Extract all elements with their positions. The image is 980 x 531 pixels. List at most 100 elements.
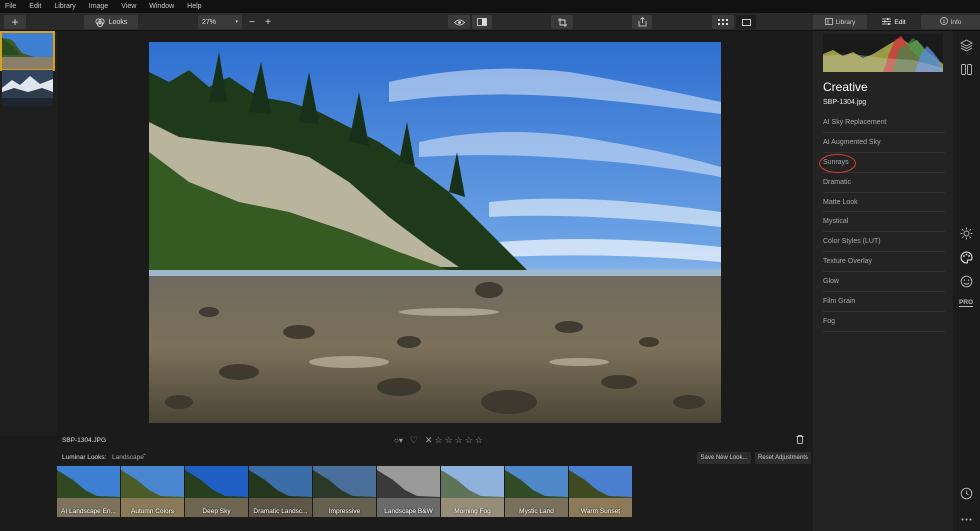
preset-thumb[interactable]: Landscape B&W — [377, 466, 440, 517]
filter-film-grain[interactable]: Film Grain — [823, 292, 945, 312]
tab-library[interactable]: Library — [813, 15, 867, 29]
filter-dramatic[interactable]: Dramatic — [823, 173, 945, 193]
preset-label: Landscape B&W — [384, 508, 433, 515]
preset-thumb[interactable]: Dramatic Landsc... — [249, 466, 312, 517]
histogram — [823, 34, 943, 72]
filter-fog[interactable]: Fog — [823, 312, 945, 332]
info-icon — [939, 17, 948, 27]
preset-label: Morning Fog — [454, 508, 491, 515]
filter-label: Film Grain — [823, 297, 856, 305]
filter-label: Color Styles (LUT) — [823, 238, 881, 246]
reset-adjustments-button[interactable]: Reset Adjustments — [755, 452, 811, 464]
preset-label: AI Landscape En... — [61, 508, 116, 515]
filter-ai-augmented-sky[interactable]: AI Augmented Sky — [823, 133, 945, 153]
grid-icon — [718, 19, 728, 25]
looks-category-select[interactable]: Landscape — [112, 454, 144, 461]
filter-mystical[interactable]: Mystical — [823, 212, 945, 233]
filmstrip-thumb-1[interactable] — [0, 31, 55, 71]
crop-button[interactable] — [551, 15, 573, 29]
menu-window[interactable]: Window — [149, 3, 174, 10]
share-button[interactable] — [632, 15, 652, 29]
add-button[interactable]: + — [4, 15, 26, 29]
preset-thumb[interactable]: Deep Sky — [185, 466, 248, 517]
tab-edit[interactable]: Edit — [867, 15, 921, 29]
filter-texture-overlay[interactable]: Texture Overlay — [823, 252, 945, 273]
preset-label: Deep Sky — [202, 508, 231, 515]
split-view-icon — [477, 18, 487, 26]
menu-view[interactable]: View — [121, 3, 136, 10]
mode-tabs: Library Edit Info — [813, 15, 980, 30]
pro-icon[interactable]: PRO — [959, 299, 974, 307]
preset-thumb[interactable]: Autumn Colors — [121, 466, 184, 517]
zoom-in-button[interactable]: + — [262, 15, 274, 29]
image-canvas[interactable] — [57, 31, 813, 431]
reject-icon[interactable]: ✕ — [425, 435, 433, 446]
main-photo[interactable] — [149, 42, 721, 423]
star-icon[interactable]: ☆ — [465, 435, 473, 446]
layers-icon[interactable] — [960, 39, 973, 52]
zoom-select[interactable]: 27% ▾ — [198, 15, 242, 29]
heart-icon[interactable]: ♡ — [410, 435, 418, 446]
filter-color-styles[interactable]: Color Styles (LUT) — [823, 232, 945, 253]
library-icon — [824, 17, 833, 27]
panel-filename: SBP-1304.jpg — [823, 99, 867, 106]
menu-library[interactable]: Library — [54, 3, 75, 10]
filter-glow[interactable]: Glow — [823, 272, 945, 293]
preset-thumb[interactable]: Warm Sunset — [569, 466, 632, 517]
filter-label: Mystical — [823, 218, 849, 226]
preset-label: Dramatic Landsc... — [253, 508, 308, 515]
preset-thumb[interactable]: AI Landscape En... — [57, 466, 120, 517]
palette-icon[interactable] — [960, 251, 973, 264]
trash-icon[interactable] — [796, 435, 804, 446]
preset-thumb[interactable]: Mystic Land — [505, 466, 568, 517]
preset-label: Impressive — [328, 508, 361, 515]
filter-ai-sky-replacement[interactable]: AI Sky Replacement — [823, 113, 945, 133]
looks-bar: Luminar Looks: Landscape ⌃ Save New Look… — [57, 450, 813, 465]
color-label-icon[interactable]: ○▾ — [394, 436, 403, 445]
menu-edit[interactable]: Edit — [29, 3, 41, 10]
preview-button[interactable] — [448, 15, 470, 29]
star-icon[interactable]: ☆ — [475, 435, 483, 446]
tab-info[interactable]: Info — [921, 15, 980, 29]
adjustment-panel: Creative SBP-1304.jpg AI Sky Replacement… — [813, 31, 953, 531]
filter-label: Fog — [823, 317, 836, 325]
filter-sunrays[interactable]: Sunrays — [819, 153, 945, 173]
star-icon[interactable]: ☆ — [445, 435, 453, 446]
single-view-button[interactable] — [736, 15, 756, 29]
plus-icon: + — [11, 15, 19, 29]
preset-thumb[interactable]: Impressive — [313, 466, 376, 517]
filter-matte-look[interactable]: Matte Look — [823, 193, 945, 213]
tab-info-label: Info — [950, 18, 962, 26]
more-icon[interactable] — [960, 513, 973, 526]
zoom-out-button[interactable]: − — [246, 15, 258, 29]
grid-view-button[interactable] — [712, 15, 734, 29]
preset-thumb[interactable]: Morning Fog — [441, 466, 504, 517]
save-new-look-button[interactable]: Save New Look... — [697, 452, 751, 464]
chevron-up-icon[interactable]: ⌃ — [142, 453, 147, 460]
minus-icon: − — [249, 16, 255, 28]
eye-icon — [453, 19, 465, 26]
sliders-icon — [882, 17, 892, 27]
crop-icon — [557, 17, 567, 27]
tab-edit-label: Edit — [894, 18, 906, 26]
star-icon[interactable]: ☆ — [455, 435, 463, 446]
star-icon[interactable]: ☆ — [434, 435, 442, 446]
compare-button[interactable] — [472, 15, 492, 29]
menu-help[interactable]: Help — [187, 3, 201, 10]
highlight-circle — [819, 153, 856, 173]
compare-icon[interactable] — [960, 63, 973, 76]
chevron-down-icon: ▾ — [235, 19, 238, 25]
sun-icon[interactable] — [960, 227, 973, 240]
preset-label: Mystic Land — [519, 508, 554, 515]
menu-image[interactable]: Image — [89, 3, 108, 10]
panel-title: Creative — [823, 80, 868, 94]
filter-label: Texture Overlay — [823, 258, 873, 266]
image-info-bar: SBP-1304.JPG ○▾ ♡ ✕ ☆ ☆ ☆ ☆ ☆ — [57, 433, 813, 449]
filter-label: Glow — [823, 278, 839, 286]
face-icon[interactable] — [960, 275, 973, 288]
looks-button[interactable]: Looks — [84, 15, 138, 29]
menu-file[interactable]: File — [5, 3, 16, 10]
history-icon[interactable] — [960, 487, 973, 500]
filter-label: Dramatic — [823, 178, 852, 186]
filmstrip-thumb-2[interactable] — [2, 70, 53, 106]
